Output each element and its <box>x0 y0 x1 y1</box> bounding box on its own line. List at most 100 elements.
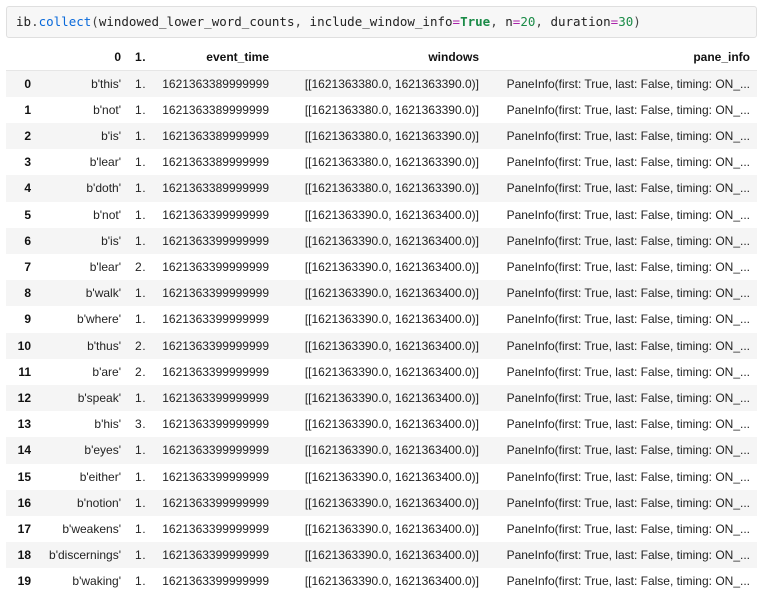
cell-count: 3 <box>128 411 146 437</box>
cell-word: b'lear' <box>38 254 128 280</box>
row-index: 16 <box>6 490 38 516</box>
cell-count: 1 <box>128 385 146 411</box>
cell-event-time: 1621363399999999 <box>146 516 276 542</box>
cell-count: 1 <box>128 464 146 490</box>
cell-pane-info: PaneInfo(first: True, last: False, timin… <box>486 411 757 437</box>
row-index: 0 <box>6 70 38 97</box>
cell-windows: [[1621363390.0, 1621363400.0)] <box>276 490 486 516</box>
code-token: = <box>453 14 461 29</box>
cell-event-time: 1621363399999999 <box>146 280 276 306</box>
dataframe-table: 0 1 event_time windows pane_info 0b'this… <box>6 44 757 595</box>
code-token: collect <box>39 14 92 29</box>
cell-count: 1 <box>128 175 146 201</box>
code-token: ( <box>91 14 99 29</box>
cell-event-time: 1621363399999999 <box>146 437 276 463</box>
cell-windows: [[1621363390.0, 1621363400.0)] <box>276 359 486 385</box>
cell-word: b'his' <box>38 411 128 437</box>
cell-count: 2 <box>128 254 146 280</box>
table-row: 6b'is'11621363399999999[[1621363390.0, 1… <box>6 228 757 254</box>
row-index: 6 <box>6 228 38 254</box>
code-token: windowed_lower_word_counts <box>99 14 295 29</box>
cell-event-time: 1621363389999999 <box>146 149 276 175</box>
cell-count: 1 <box>128 123 146 149</box>
cell-word: b'thus' <box>38 333 128 359</box>
cell-count: 1 <box>128 280 146 306</box>
table-row: 16b'notion'11621363399999999[[1621363390… <box>6 490 757 516</box>
cell-word: b'is' <box>38 228 128 254</box>
cell-pane-info: PaneInfo(first: True, last: False, timin… <box>486 437 757 463</box>
cell-pane-info: PaneInfo(first: True, last: False, timin… <box>486 97 757 123</box>
code-token: n <box>505 14 513 29</box>
row-index: 3 <box>6 149 38 175</box>
row-index: 18 <box>6 542 38 568</box>
cell-pane-info: PaneInfo(first: True, last: False, timin… <box>486 568 757 594</box>
col-1: 1 <box>128 44 146 71</box>
cell-windows: [[1621363390.0, 1621363400.0)] <box>276 542 486 568</box>
cell-word: b'notion' <box>38 490 128 516</box>
cell-event-time: 1621363399999999 <box>146 254 276 280</box>
cell-event-time: 1621363389999999 <box>146 70 276 97</box>
cell-pane-info: PaneInfo(first: True, last: False, timin… <box>486 516 757 542</box>
cell-word: b'speak' <box>38 385 128 411</box>
cell-pane-info: PaneInfo(first: True, last: False, timin… <box>486 228 757 254</box>
cell-count: 1 <box>128 97 146 123</box>
cell-event-time: 1621363399999999 <box>146 568 276 594</box>
cell-count: 1 <box>128 306 146 332</box>
row-index: 9 <box>6 306 38 332</box>
row-index: 1 <box>6 97 38 123</box>
cell-windows: [[1621363380.0, 1621363390.0)] <box>276 123 486 149</box>
cell-pane-info: PaneInfo(first: True, last: False, timin… <box>486 385 757 411</box>
cell-word: b'this' <box>38 70 128 97</box>
cell-count: 1 <box>128 70 146 97</box>
cell-count: 1 <box>128 202 146 228</box>
code-token: . <box>31 14 39 29</box>
cell-word: b'weakens' <box>38 516 128 542</box>
cell-word: b'is' <box>38 123 128 149</box>
cell-windows: [[1621363390.0, 1621363400.0)] <box>276 228 486 254</box>
cell-windows: [[1621363390.0, 1621363400.0)] <box>276 437 486 463</box>
code-token: 20 <box>520 14 535 29</box>
cell-windows: [[1621363380.0, 1621363390.0)] <box>276 70 486 97</box>
table-row: 0b'this'11621363389999999[[1621363380.0,… <box>6 70 757 97</box>
code-token: include_window_info <box>310 14 453 29</box>
code-token: True <box>460 14 490 29</box>
table-row: 8b'walk'11621363399999999[[1621363390.0,… <box>6 280 757 306</box>
table-row: 4b'doth'11621363389999999[[1621363380.0,… <box>6 175 757 201</box>
code-token: 30 <box>618 14 633 29</box>
row-index: 10 <box>6 333 38 359</box>
cell-count: 1 <box>128 149 146 175</box>
cell-event-time: 1621363399999999 <box>146 333 276 359</box>
cell-event-time: 1621363389999999 <box>146 175 276 201</box>
cell-event-time: 1621363399999999 <box>146 542 276 568</box>
table-row: 18b'discernings'11621363399999999[[16213… <box>6 542 757 568</box>
table-row: 19b'waking'11621363399999999[[1621363390… <box>6 568 757 594</box>
cell-count: 1 <box>128 437 146 463</box>
cell-pane-info: PaneInfo(first: True, last: False, timin… <box>486 359 757 385</box>
cell-pane-info: PaneInfo(first: True, last: False, timin… <box>486 464 757 490</box>
col-event-time: event_time <box>146 44 276 71</box>
table-row: 15b'either'11621363399999999[[1621363390… <box>6 464 757 490</box>
cell-event-time: 1621363399999999 <box>146 490 276 516</box>
cell-pane-info: PaneInfo(first: True, last: False, timin… <box>486 70 757 97</box>
cell-windows: [[1621363390.0, 1621363400.0)] <box>276 568 486 594</box>
cell-word: b'discernings' <box>38 542 128 568</box>
table-row: 17b'weakens'11621363399999999[[162136339… <box>6 516 757 542</box>
cell-event-time: 1621363399999999 <box>146 228 276 254</box>
table-row: 2b'is'11621363389999999[[1621363380.0, 1… <box>6 123 757 149</box>
cell-windows: [[1621363390.0, 1621363400.0)] <box>276 411 486 437</box>
cell-word: b'where' <box>38 306 128 332</box>
cell-windows: [[1621363390.0, 1621363400.0)] <box>276 306 486 332</box>
cell-windows: [[1621363380.0, 1621363390.0)] <box>276 175 486 201</box>
row-index: 4 <box>6 175 38 201</box>
row-index: 14 <box>6 437 38 463</box>
cell-count: 1 <box>128 490 146 516</box>
cell-event-time: 1621363389999999 <box>146 97 276 123</box>
cell-windows: [[1621363390.0, 1621363400.0)] <box>276 254 486 280</box>
cell-word: b'waking' <box>38 568 128 594</box>
cell-word: b'not' <box>38 97 128 123</box>
row-index: 8 <box>6 280 38 306</box>
row-index: 5 <box>6 202 38 228</box>
cell-event-time: 1621363399999999 <box>146 359 276 385</box>
table-row: 12b'speak'11621363399999999[[1621363390.… <box>6 385 757 411</box>
table-row: 9b'where'11621363399999999[[1621363390.0… <box>6 306 757 332</box>
